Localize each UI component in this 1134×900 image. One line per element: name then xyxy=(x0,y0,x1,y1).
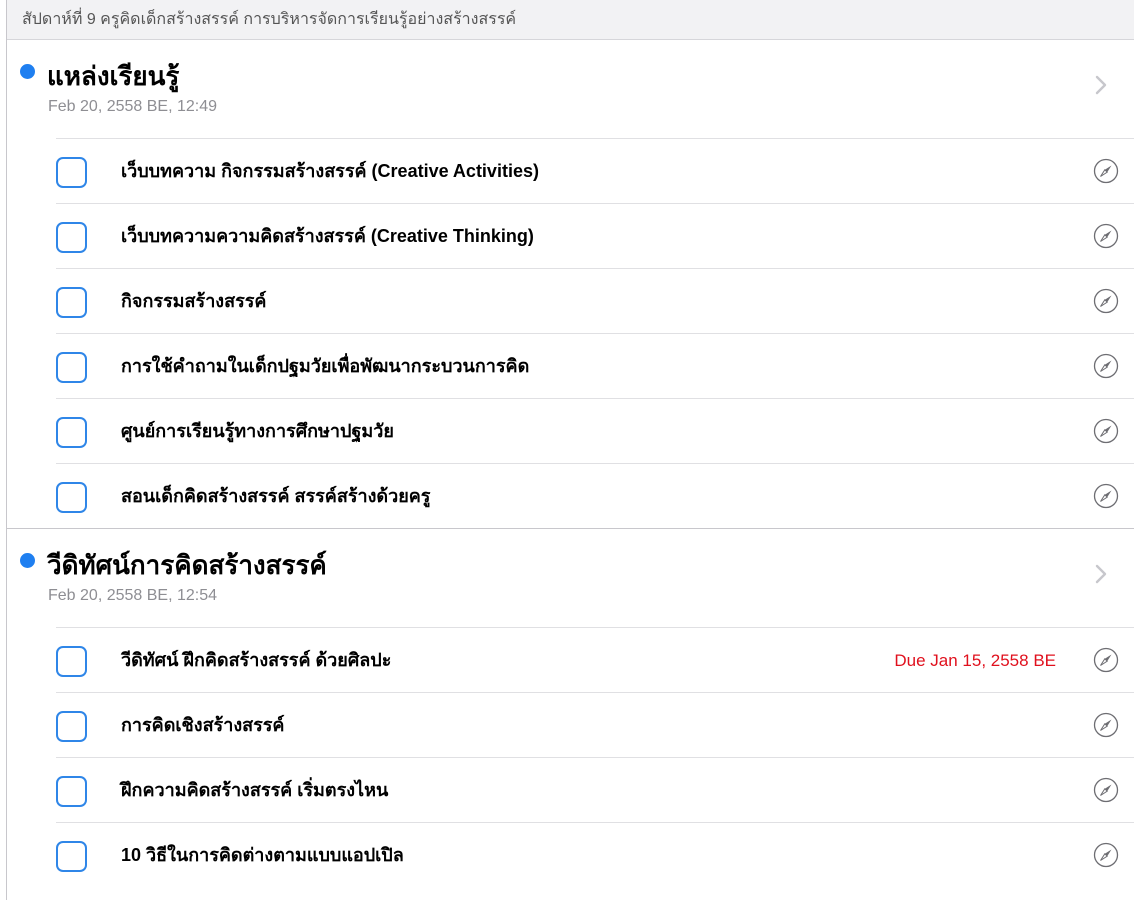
section-date: Feb 20, 2558 BE, 12:54 xyxy=(48,587,218,604)
complete-checkbox[interactable] xyxy=(56,646,87,677)
list-item[interactable]: การใช้คำถามในเด็กปฐมวัยเพื่อพัฒนากระบวนก… xyxy=(56,333,1134,398)
complete-checkbox[interactable] xyxy=(56,711,87,742)
section-title: แหล่งเรียนรู้ xyxy=(47,61,180,91)
list-header-title: สัปดาห์ที่ 9 ครูคิดเด็กสร้างสรรค์ การบริ… xyxy=(22,11,517,28)
reminders-list[interactable]: แหล่งเรียนรู้ Feb 20, 2558 BE, 12:49 เว็… xyxy=(7,40,1134,887)
list-item[interactable]: เว็บบทความ กิจกรรมสร้างสรรค์ (Creative A… xyxy=(56,138,1134,203)
item-label: เว็บบทความ กิจกรรมสร้างสรรค์ (Creative A… xyxy=(121,161,539,181)
blue-dot-icon xyxy=(20,553,35,568)
safari-compass-icon[interactable] xyxy=(1093,712,1119,738)
item-label: การคิดเชิงสร้างสรรค์ xyxy=(121,715,285,735)
list-item[interactable]: ฝึกความคิดสร้างสรรค์ เริ่มตรงไหน xyxy=(56,757,1134,822)
safari-compass-icon[interactable] xyxy=(1093,647,1119,673)
item-label: กิจกรรมสร้างสรรค์ xyxy=(121,291,267,311)
complete-checkbox[interactable] xyxy=(56,222,87,253)
complete-checkbox[interactable] xyxy=(56,417,87,448)
safari-compass-icon[interactable] xyxy=(1093,353,1119,379)
section-header[interactable]: วีดิทัศน์การคิดสร้างสรรค์ Feb 20, 2558 B… xyxy=(7,529,1134,627)
complete-checkbox[interactable] xyxy=(56,482,87,513)
safari-compass-icon[interactable] xyxy=(1093,842,1119,868)
section-items: วีดิทัศน์ ฝึกคิดสร้างสรรค์ ด้วยศิลปะ Due… xyxy=(7,627,1134,887)
section-items: เว็บบทความ กิจกรรมสร้างสรรค์ (Creative A… xyxy=(7,138,1134,528)
list-item[interactable]: ศูนย์การเรียนรู้ทางการศึกษาปฐมวัย xyxy=(56,398,1134,463)
chevron-right-icon[interactable] xyxy=(1093,74,1109,96)
item-label: สอนเด็กคิดสร้างสรรค์ สรรค์สร้างด้วยครู xyxy=(121,486,431,506)
reminder-section: วีดิทัศน์การคิดสร้างสรรค์ Feb 20, 2558 B… xyxy=(7,529,1134,887)
safari-compass-icon[interactable] xyxy=(1093,483,1119,509)
safari-compass-icon[interactable] xyxy=(1093,418,1119,444)
complete-checkbox[interactable] xyxy=(56,287,87,318)
item-label: เว็บบทความความคิดสร้างสรรค์ (Creative Th… xyxy=(121,226,534,246)
item-label: ฝึกความคิดสร้างสรรค์ เริ่มตรงไหน xyxy=(121,780,389,800)
complete-checkbox[interactable] xyxy=(56,841,87,872)
list-header-bar: สัปดาห์ที่ 9 ครูคิดเด็กสร้างสรรค์ การบริ… xyxy=(7,0,1134,40)
reminder-section: แหล่งเรียนรู้ Feb 20, 2558 BE, 12:49 เว็… xyxy=(7,40,1134,528)
item-label: วีดิทัศน์ ฝึกคิดสร้างสรรค์ ด้วยศิลปะ xyxy=(121,650,392,670)
list-item[interactable]: วีดิทัศน์ ฝึกคิดสร้างสรรค์ ด้วยศิลปะ Due… xyxy=(56,627,1134,692)
complete-checkbox[interactable] xyxy=(56,352,87,383)
list-item[interactable]: เว็บบทความความคิดสร้างสรรค์ (Creative Th… xyxy=(56,203,1134,268)
safari-compass-icon[interactable] xyxy=(1093,288,1119,314)
safari-compass-icon[interactable] xyxy=(1093,223,1119,249)
list-item[interactable]: กิจกรรมสร้างสรรค์ xyxy=(56,268,1134,333)
list-item[interactable]: 10 วิธีในการคิดต่างตามแบบแอปเปิล xyxy=(56,822,1134,887)
due-date-label: Due Jan 15, 2558 BE xyxy=(894,651,1056,670)
complete-checkbox[interactable] xyxy=(56,157,87,188)
blue-dot-icon xyxy=(20,64,35,79)
complete-checkbox[interactable] xyxy=(56,776,87,807)
item-label: 10 วิธีในการคิดต่างตามแบบแอปเปิล xyxy=(121,845,404,865)
safari-compass-icon[interactable] xyxy=(1093,158,1119,184)
section-header[interactable]: แหล่งเรียนรู้ Feb 20, 2558 BE, 12:49 xyxy=(7,40,1134,138)
section-title: วีดิทัศน์การคิดสร้างสรรค์ xyxy=(47,550,327,580)
safari-compass-icon[interactable] xyxy=(1093,777,1119,803)
section-date: Feb 20, 2558 BE, 12:49 xyxy=(48,98,218,115)
item-label: การใช้คำถามในเด็กปฐมวัยเพื่อพัฒนากระบวนก… xyxy=(121,356,530,376)
chevron-right-icon[interactable] xyxy=(1093,563,1109,585)
list-item[interactable]: การคิดเชิงสร้างสรรค์ xyxy=(56,692,1134,757)
list-item[interactable]: สอนเด็กคิดสร้างสรรค์ สรรค์สร้างด้วยครู xyxy=(56,463,1134,528)
item-label: ศูนย์การเรียนรู้ทางการศึกษาปฐมวัย xyxy=(121,421,394,441)
